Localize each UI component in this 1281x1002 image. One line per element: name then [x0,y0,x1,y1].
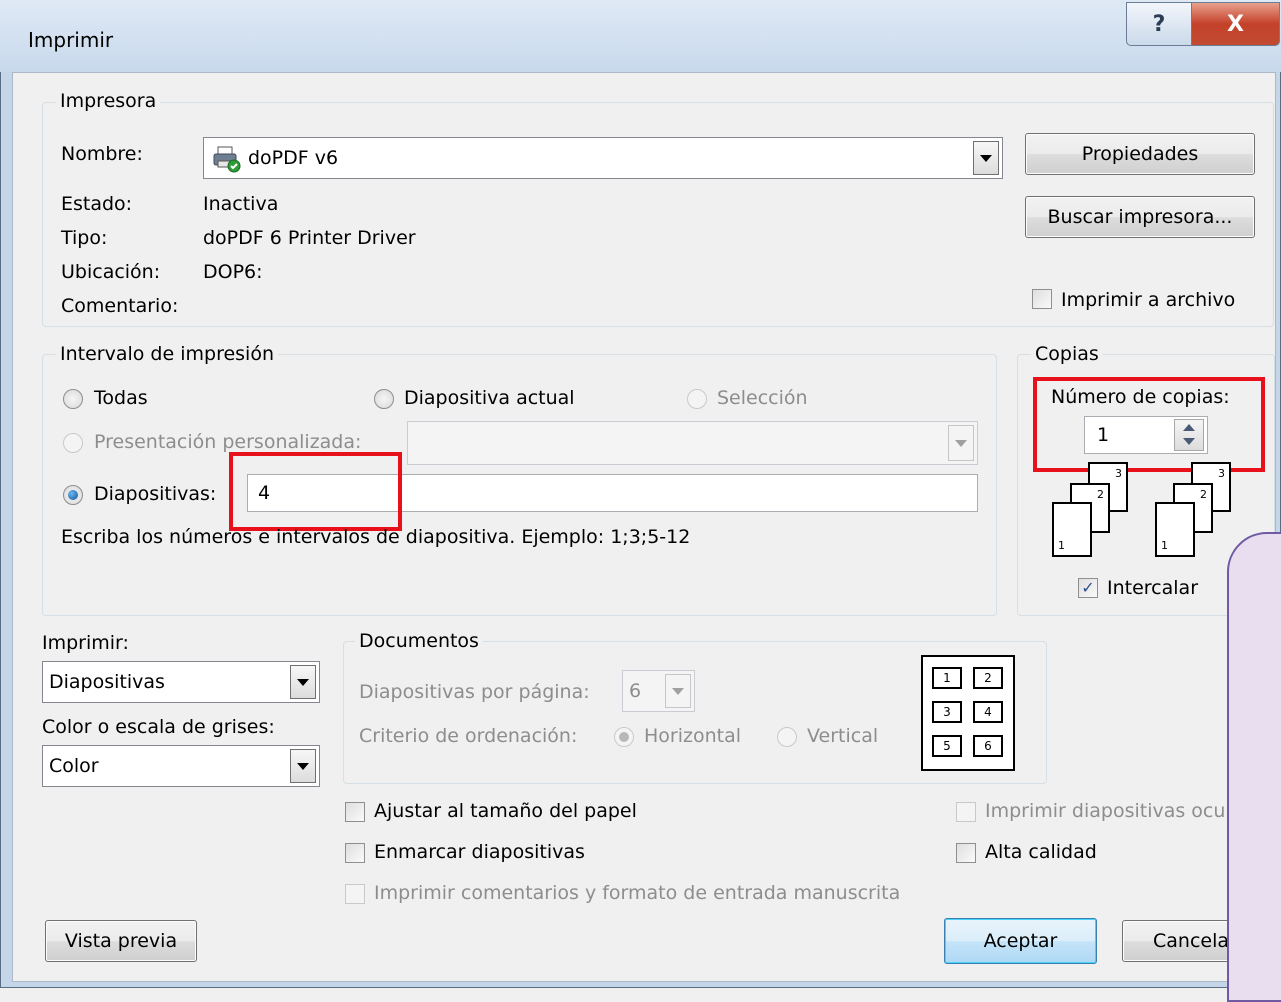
high-quality-checkbox[interactable] [956,843,976,863]
color-select[interactable]: Color [42,745,320,787]
radio-selected-dot [619,732,629,742]
frame-slides-label[interactable]: Enmarcar diapositivas [374,841,585,863]
type-value: doPDF 6 Printer Driver [203,227,416,249]
collate-checkbox[interactable]: ✓ [1078,578,1098,598]
stack-page-1: 1 [1052,502,1092,557]
type-label: Tipo: [61,227,108,249]
status-label: Estado: [61,193,133,215]
printer-dropdown-button[interactable] [973,141,999,175]
comment-label: Comentario: [61,295,179,317]
fit-paper-label[interactable]: Ajustar al tamaño del papel [374,800,637,822]
printer-group-title: Impresora [56,90,161,112]
handout-slide-cell: 1 [932,667,962,689]
collate-label[interactable]: Intercalar [1107,577,1198,599]
collate-stack-icon: 3 2 1 [1052,462,1142,562]
title-bar[interactable] [0,0,1281,72]
chevron-down-icon [672,687,684,695]
chevron-down-icon [980,154,992,162]
ok-button[interactable]: Aceptar [944,918,1097,964]
print-comments-label: Imprimir comentarios y formato de entrad… [374,882,901,904]
fit-paper-checkbox[interactable] [345,802,365,822]
print-what-dropdown-button[interactable] [290,665,316,699]
chevron-down-icon [297,678,309,686]
range-custom-label: Presentación personalizada: [94,431,362,453]
range-slides-label[interactable]: Diapositivas: [94,483,216,505]
per-page-select: 6 [622,670,695,712]
order-vertical-radio [777,727,797,747]
location-label: Ubicación: [61,261,161,283]
help-icon: ? [1152,11,1166,37]
handout-slide-cell: 3 [932,701,962,723]
preview-button[interactable]: Vista previa [45,920,197,962]
print-to-file-checkbox[interactable] [1032,289,1052,309]
collate-stack-icon: 3 2 1 [1155,462,1245,562]
printer-name-label: Nombre: [61,143,143,165]
printer-name-value: doPDF v6 [248,147,339,169]
print-comments-checkbox [345,884,365,904]
location-value: DOP6: [203,261,263,283]
properties-button[interactable]: Propiedades [1025,133,1255,175]
color-label: Color o escala de grises: [42,716,275,738]
handout-slide-cell: 5 [932,735,962,757]
range-hint-text: Escriba los números e intervalos de diap… [61,526,691,548]
frame-slides-checkbox[interactable] [345,843,365,863]
range-current-radio[interactable] [374,389,394,409]
print-range-group-title: Intervalo de impresión [56,343,278,365]
per-page-dropdown-button [665,674,691,708]
order-horizontal-label: Horizontal [644,725,742,747]
high-quality-label[interactable]: Alta calidad [985,841,1097,863]
range-selection-label: Selección [717,387,808,409]
per-page-label: Diapositivas por página: [359,681,590,703]
range-current-label[interactable]: Diapositiva actual [404,387,575,409]
order-label: Criterio de ordenación: [359,725,578,747]
color-dropdown-button[interactable] [290,749,316,783]
print-to-file-label[interactable]: Imprimir a archivo [1061,289,1235,311]
hidden-slides-label: Imprimir diapositivas ocu [985,800,1226,822]
side-callout-panel [1227,532,1281,1002]
printer-name-select[interactable]: doPDF v6 [203,137,1003,179]
hidden-slides-checkbox [956,802,976,822]
handout-layout-preview: 1 2 3 4 5 6 [921,655,1015,771]
handout-slide-cell: 6 [973,735,1003,757]
order-vertical-label: Vertical [807,725,879,747]
chevron-down-icon [955,439,967,447]
close-icon: X [1227,11,1244,37]
range-slides-radio[interactable] [63,485,83,505]
handout-slide-cell: 2 [973,667,1003,689]
chevron-down-icon [297,762,309,770]
print-what-select[interactable]: Diapositivas [42,661,320,703]
printer-icon [213,146,241,173]
window-title: Imprimir [28,28,114,52]
slides-highlight-box [229,452,402,531]
custom-show-dropdown-button [948,425,974,461]
checkmark-icon: ✓ [1081,578,1095,597]
order-horizontal-radio [614,727,634,747]
status-value: Inactiva [203,193,279,215]
range-all-radio[interactable] [63,389,83,409]
range-all-label[interactable]: Todas [94,387,148,409]
range-custom-radio [63,433,83,453]
handout-slide-cell: 4 [973,701,1003,723]
custom-show-select [407,421,978,465]
help-button[interactable]: ? [1126,2,1192,46]
radio-selected-dot [68,490,78,500]
find-printer-button[interactable]: Buscar impresora... [1025,196,1255,238]
range-selection-radio [687,389,707,409]
copies-highlight-box [1033,377,1265,472]
close-button[interactable]: X [1191,2,1280,46]
print-what-label: Imprimir: [42,632,129,654]
copies-group-title: Copias [1031,343,1103,365]
stack-page-1: 1 [1155,502,1195,557]
handouts-group-title: Documentos [355,630,483,652]
